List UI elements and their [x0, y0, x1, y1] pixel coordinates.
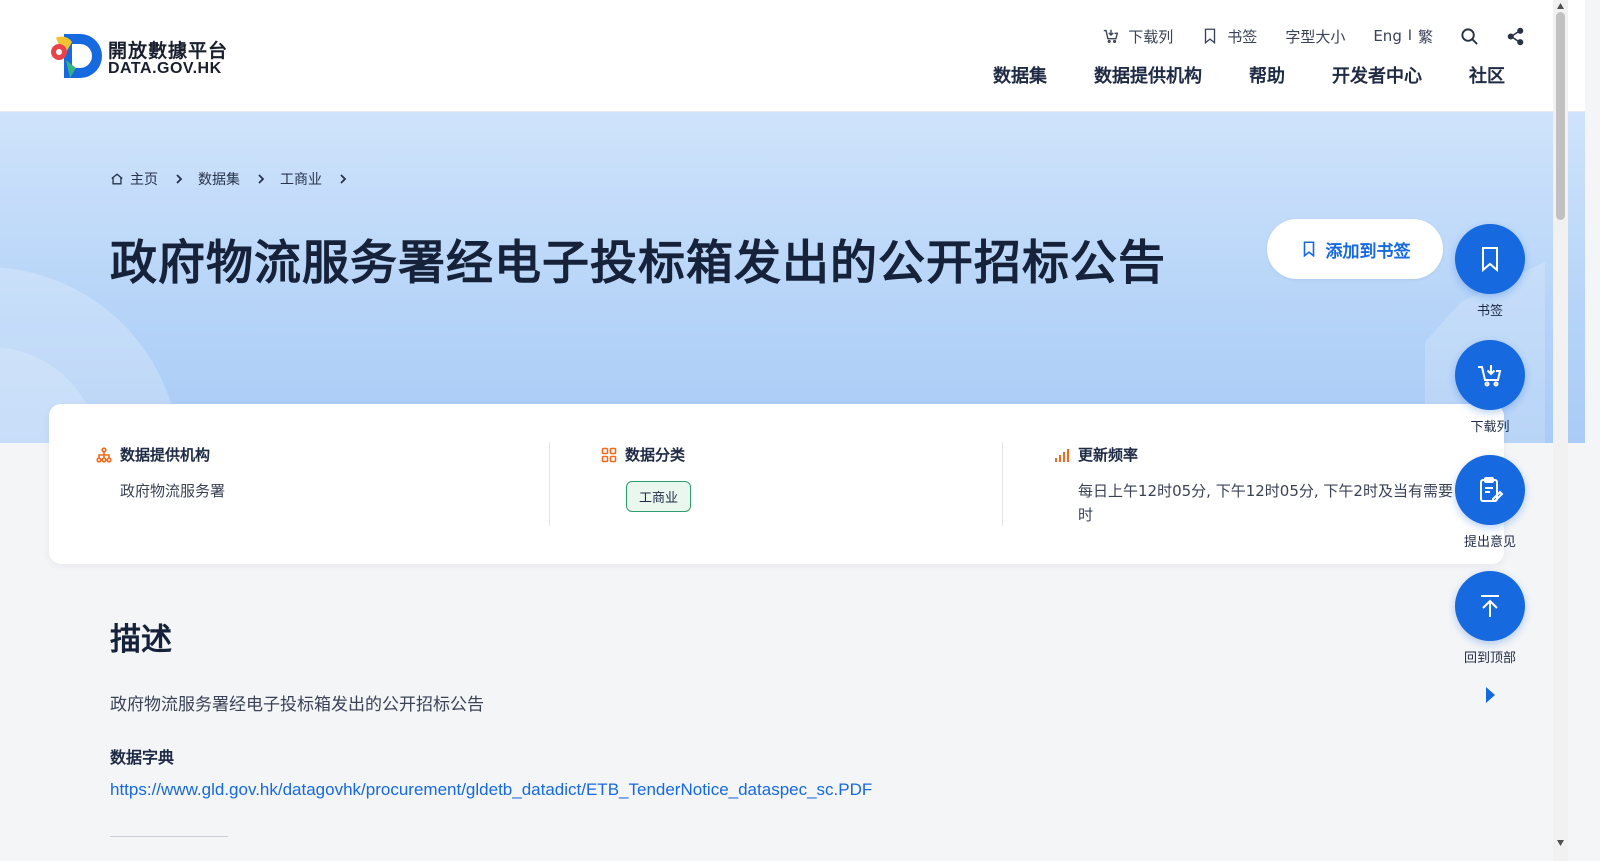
- description-text: 政府物流服务署经电子投标箱发出的公开招标公告: [110, 695, 484, 715]
- floating-feedback-label: 提出意见: [1463, 535, 1516, 550]
- add-to-bookmark-label: 添加到书签: [1325, 241, 1411, 262]
- share-button[interactable]: [1505, 26, 1525, 46]
- site-header: 開放數據平台 DATA.GOV.HK 下载列 书签 字型大小 Eng I 繁 数…: [0, 0, 1585, 112]
- download-list-link[interactable]: 下载列: [1102, 26, 1173, 47]
- floating-back-to-top-circle[interactable]: [1455, 571, 1525, 641]
- category-heading: 数据分类: [601, 444, 691, 465]
- cart-icon: [1104, 29, 1119, 43]
- info-divider: [1002, 442, 1003, 526]
- frequency-label: 更新频率: [1078, 446, 1139, 464]
- frequency-heading: 更新频率: [1054, 444, 1454, 465]
- page-title: 政府物流服务署经电子投标箱发出的公开招标公告: [110, 236, 1166, 291]
- lang-traditional-chinese[interactable]: 繁: [1418, 26, 1433, 47]
- page-scrollbar[interactable]: [1553, 0, 1568, 861]
- data-dictionary-link[interactable]: https://www.gld.gov.hk/datagovhk/procure…: [110, 780, 872, 800]
- hero-banner: 主页 数据集 工商业 政府物流服务署经电子投标箱发出的公开招标公告 添加到书签: [0, 112, 1585, 443]
- nav-item-help[interactable]: 帮助: [1249, 62, 1285, 88]
- lang-english[interactable]: Eng: [1373, 27, 1402, 45]
- breadcrumb: 主页 数据集 工商业: [110, 169, 362, 189]
- utility-bar: 下载列 书签 字型大小 Eng I 繁: [1074, 24, 1525, 48]
- clipboard-edit-icon: [1480, 477, 1504, 502]
- lang-separator: I: [1407, 28, 1412, 44]
- floating-back-to-top-button[interactable]: 回到顶部: [1455, 571, 1525, 666]
- logo-mark-icon: [51, 34, 102, 78]
- floating-feedback-button[interactable]: 提出意见: [1455, 455, 1525, 550]
- signal-bars-icon: [1055, 448, 1069, 462]
- floating-feedback-circle[interactable]: [1455, 455, 1525, 525]
- chevron-right-icon: [340, 174, 347, 184]
- collapse-toolbar-arrow-icon[interactable]: [1484, 686, 1496, 704]
- dataset-info-card: 数据提供机构 政府物流服务署 数据分类 工商业 更新频率 每日上午12时05分,…: [49, 404, 1504, 564]
- floating-bookmark-circle[interactable]: [1455, 224, 1525, 294]
- section-divider: [110, 836, 228, 837]
- scroll-down-arrow-icon[interactable]: [1556, 839, 1565, 847]
- bookmark-icon: [1303, 241, 1314, 258]
- floating-download-circle[interactable]: [1455, 340, 1525, 410]
- breadcrumb-datasets[interactable]: 数据集: [198, 169, 240, 189]
- category-label: 数据分类: [625, 446, 686, 464]
- logo-text-chinese: 開放數據平台: [108, 40, 229, 62]
- scrollbar-thumb[interactable]: [1556, 12, 1565, 220]
- floating-bookmark-label: 书签: [1476, 304, 1503, 319]
- floating-download-list-button[interactable]: 下载列: [1455, 340, 1525, 435]
- cart-download-icon: [1478, 365, 1502, 387]
- download-list-label: 下载列: [1128, 27, 1174, 46]
- language-switcher: Eng I 繁: [1373, 26, 1433, 47]
- arrow-up-icon: [1481, 595, 1499, 617]
- org-chart-icon: [96, 446, 112, 463]
- nav-item-providers[interactable]: 数据提供机构: [1094, 62, 1202, 88]
- breadcrumb-home[interactable]: 主页: [110, 169, 158, 189]
- provider-label: 数据提供机构: [120, 446, 211, 464]
- home-icon: [111, 173, 123, 185]
- provider-heading: 数据提供机构: [96, 444, 225, 465]
- nav-item-community[interactable]: 社区: [1469, 62, 1505, 88]
- chevron-right-icon: [176, 174, 183, 184]
- share-icon: [1507, 27, 1523, 45]
- bookmark-label: 书签: [1227, 27, 1258, 46]
- floating-back-to-top-label: 回到顶部: [1463, 651, 1516, 666]
- bookmark-icon: [1205, 28, 1216, 45]
- chevron-right-icon: [258, 174, 265, 184]
- provider-section: 数据提供机构 政府物流服务署: [96, 444, 225, 503]
- category-tag[interactable]: 工商业: [626, 481, 692, 512]
- category-section: 数据分类 工商业: [601, 444, 692, 512]
- breadcrumb-home-label: 主页: [130, 172, 158, 188]
- floating-bookmark-button[interactable]: 书签: [1455, 224, 1525, 319]
- floating-download-label: 下载列: [1470, 420, 1510, 435]
- frequency-section: 更新频率 每日上午12时05分, 下午12时05分, 下午2时及当有需要时: [1054, 444, 1454, 527]
- scroll-up-arrow-icon[interactable]: [1556, 2, 1565, 10]
- nav-item-datasets[interactable]: 数据集: [993, 62, 1047, 88]
- bookmark-icon: [1482, 247, 1498, 273]
- nav-item-developer-centre[interactable]: 开发者中心: [1332, 62, 1422, 88]
- breadcrumb-category[interactable]: 工商业: [280, 169, 322, 189]
- bookmark-link[interactable]: 书签: [1201, 26, 1257, 47]
- main-navigation: 数据集 数据提供机构 帮助 开发者中心 社区: [946, 62, 1505, 88]
- add-to-bookmark-button[interactable]: 添加到书签: [1267, 219, 1443, 279]
- data-dictionary-label: 数据字典: [110, 748, 175, 767]
- font-size-link[interactable]: 字型大小: [1285, 26, 1345, 47]
- site-logo[interactable]: 開放數據平台 DATA.GOV.HK: [50, 30, 230, 82]
- font-size-label: 字型大小: [1285, 27, 1346, 46]
- logo-text-english: DATA.GOV.HK: [108, 60, 222, 77]
- category-grid-icon: [601, 447, 617, 462]
- search-icon: [1460, 27, 1478, 45]
- provider-value[interactable]: 政府物流服务署: [120, 479, 225, 503]
- info-divider: [549, 442, 550, 526]
- search-button[interactable]: [1459, 26, 1479, 46]
- frequency-value: 每日上午12时05分, 下午12时05分, 下午2时及当有需要时: [1078, 482, 1453, 524]
- description-heading: 描述: [110, 622, 172, 658]
